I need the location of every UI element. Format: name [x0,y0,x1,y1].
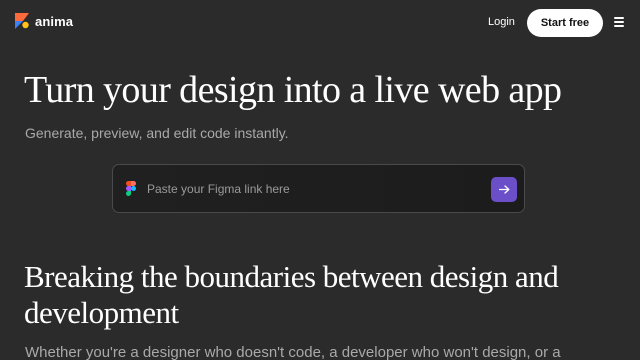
figma-icon [126,181,136,196]
hamburger-menu-icon[interactable] [614,17,624,27]
section-title: Breaking the boundaries between design a… [24,259,559,330]
section-body: Whether you're a designer who doesn't co… [25,344,561,360]
start-free-button[interactable]: Start free [527,9,603,37]
landing-page: anima Login Start free Turn your design … [0,0,640,360]
figma-input-placeholder[interactable]: Paste your Figma link here [147,182,290,196]
anima-logo-icon [15,13,29,29]
anima-logo[interactable]: anima [14,12,73,30]
top-nav: anima Login Start free [0,0,640,46]
submit-arrow-button[interactable] [491,177,517,202]
arrow-right-icon [498,185,509,194]
hero-title: Turn your design into a live web app [24,69,562,111]
logo-text: anima [35,13,74,29]
hero-subtitle: Generate, preview, and edit code instant… [25,125,289,141]
figma-link-input[interactable]: Paste your Figma link here [112,164,525,213]
login-link[interactable]: Login [488,16,515,28]
